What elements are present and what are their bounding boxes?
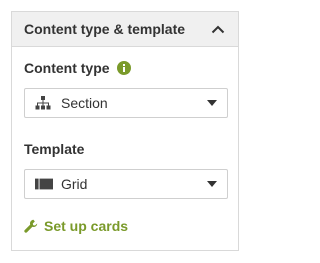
template-label-row: Template <box>24 141 84 157</box>
info-icon[interactable] <box>116 61 131 75</box>
wrench-icon <box>24 219 38 233</box>
caret-down-icon <box>207 100 217 106</box>
chevron-up-icon <box>211 25 225 33</box>
set-up-cards-link[interactable]: Set up cards <box>24 218 128 234</box>
set-up-cards-label: Set up cards <box>44 218 129 234</box>
caret-down-icon <box>207 181 217 187</box>
sitemap-icon <box>35 96 53 110</box>
grid-layout-icon <box>35 177 53 191</box>
template-value: Grid <box>61 176 88 192</box>
content-type-label: Content type <box>24 60 110 76</box>
template-select[interactable]: Grid <box>24 169 228 199</box>
content-type-template-panel: Content type & template Content type Sec… <box>11 11 239 251</box>
panel-header[interactable]: Content type & template <box>12 12 238 47</box>
content-type-select[interactable]: Section <box>24 88 228 118</box>
content-type-value: Section <box>61 95 108 111</box>
collapse-button[interactable] <box>208 19 228 39</box>
content-type-label-row: Content type <box>24 60 131 76</box>
template-label: Template <box>24 141 85 157</box>
panel-title: Content type & template <box>24 21 186 37</box>
